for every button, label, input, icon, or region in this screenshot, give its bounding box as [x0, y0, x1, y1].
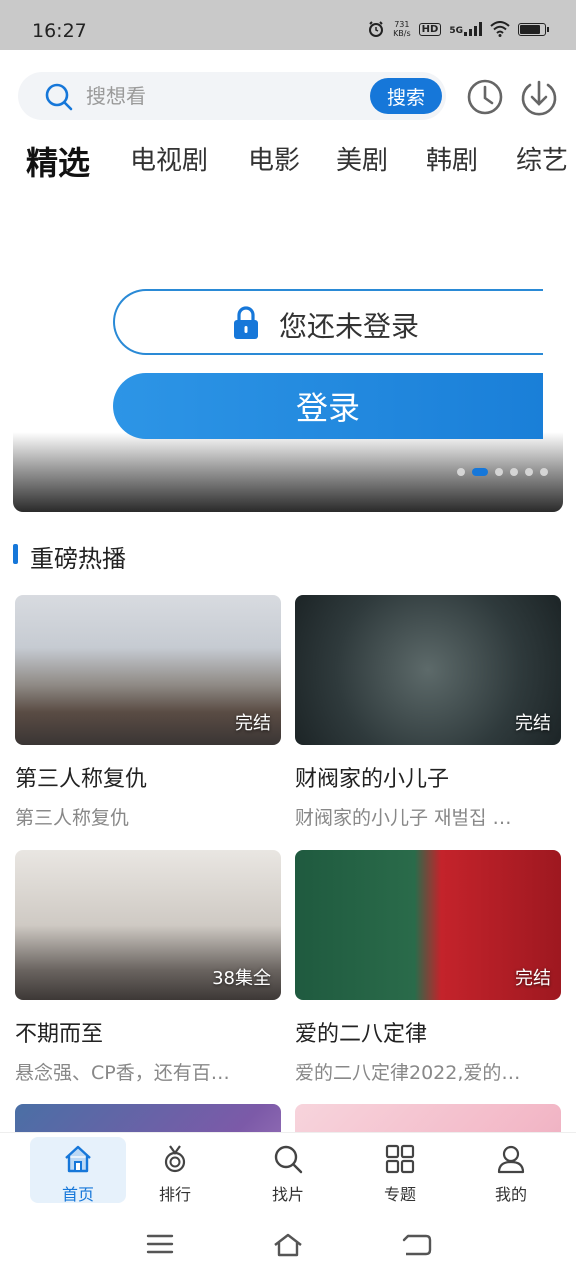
nav-label: 排行: [158, 1185, 191, 1204]
carousel-dot: [495, 468, 503, 476]
search-icon: [45, 83, 73, 111]
video-thumbnail[interactable]: 38集全: [15, 850, 281, 1000]
carousel-dot: [510, 468, 518, 476]
status-time: 16:27: [32, 20, 87, 42]
nav-label: 找片: [271, 1185, 304, 1204]
search-box[interactable]: 搜索: [18, 72, 446, 120]
login-tip-text: 您还未登录: [279, 310, 420, 343]
hd-badge: HD: [418, 22, 442, 36]
search-input[interactable]: [86, 82, 366, 110]
tab-tv-series[interactable]: 电视剧: [130, 140, 208, 177]
bottom-nav: 首页 排行 找片 专题 我的: [0, 1132, 576, 1210]
menu-icon[interactable]: [146, 1232, 174, 1256]
net-speed: 731 KB/s: [393, 20, 411, 38]
episode-badge: 38集全: [212, 968, 271, 989]
video-thumbnail[interactable]: 完结: [295, 850, 561, 1000]
signal-icon: 5G: [449, 22, 482, 36]
carousel-dot: [525, 468, 533, 476]
carousel-dots: [457, 468, 548, 476]
video-card[interactable]: 38集全 不期而至 悬念强、CP香，还有百…: [15, 850, 281, 1085]
back-icon[interactable]: [402, 1232, 432, 1258]
net-speed-value: 731: [394, 20, 410, 29]
net-speed-unit: KB/s: [393, 29, 411, 38]
video-title[interactable]: 不期而至: [15, 1016, 281, 1048]
video-title[interactable]: 财阀家的小儿子: [295, 761, 561, 793]
nav-label: 专题: [383, 1185, 416, 1204]
nav-ranking[interactable]: 排行: [127, 1137, 223, 1204]
tab-us-series[interactable]: 美剧: [336, 140, 388, 177]
video-card[interactable]: 完结 第三人称复仇 第三人称复仇: [15, 595, 281, 830]
tab-korean-series[interactable]: 韩剧: [426, 140, 478, 177]
video-subtitle: 悬念强、CP香，还有百…: [15, 1062, 230, 1084]
carousel-dot-active: [472, 468, 488, 476]
nav-home[interactable]: 首页: [30, 1137, 126, 1204]
history-icon[interactable]: [466, 78, 504, 116]
battery-fill: [520, 24, 540, 34]
video-thumbnail[interactable]: 完结: [295, 595, 561, 745]
carousel-dot: [540, 468, 548, 476]
medal-icon: [164, 1145, 186, 1173]
grid-icon: [385, 1144, 415, 1174]
status-bar: 16:27 731 KB/s HD 5G: [0, 0, 576, 50]
episode-badge: 完结: [235, 713, 271, 734]
nav-label: 我的: [494, 1185, 527, 1204]
nav-profile[interactable]: 我的: [463, 1137, 559, 1204]
person-icon: [497, 1145, 525, 1174]
system-nav-bar: [0, 1210, 576, 1280]
video-title[interactable]: 爱的二八定律: [295, 1016, 561, 1048]
banner-carousel[interactable]: 您还未登录 登录: [13, 196, 563, 512]
search-icon: [274, 1145, 303, 1174]
video-thumbnail[interactable]: 完结: [15, 595, 281, 745]
home-icon: [65, 1145, 91, 1173]
tab-variety[interactable]: 综艺: [516, 140, 568, 177]
alarm-icon: [369, 21, 384, 37]
section-title: 重磅热播: [30, 545, 126, 573]
nav-discover[interactable]: 找片: [240, 1137, 336, 1204]
carousel-dot: [457, 468, 465, 476]
download-icon[interactable]: [520, 78, 558, 116]
status-icons: 731 KB/s HD 5G: [367, 20, 549, 38]
battery-icon: [518, 22, 549, 36]
search-button[interactable]: 搜索: [370, 78, 442, 114]
episode-badge: 完结: [515, 713, 551, 734]
section-accent-bar: [13, 544, 18, 564]
login-button[interactable]: 登录: [113, 373, 543, 439]
tab-movies[interactable]: 电影: [248, 140, 300, 177]
video-card[interactable]: 完结 爱的二八定律 爱的二八定律2022,爱的…: [295, 850, 561, 1085]
home-nav-icon[interactable]: [272, 1232, 304, 1258]
video-subtitle: 第三人称复仇: [15, 807, 130, 829]
video-card[interactable]: 完结 财阀家的小儿子 财阀家的小儿子 재벌집 …: [295, 595, 561, 830]
nav-label: 首页: [61, 1185, 94, 1204]
video-subtitle: 爱的二八定律2022,爱的…: [295, 1062, 521, 1084]
lock-icon: [234, 306, 258, 339]
video-subtitle: 财阀家的小儿子 재벌집 …: [295, 807, 512, 829]
nav-topics[interactable]: 专题: [352, 1137, 448, 1204]
login-tip: 您还未登录: [113, 289, 543, 355]
tab-featured[interactable]: 精选: [26, 138, 90, 184]
episode-badge: 完结: [515, 968, 551, 989]
wifi-icon: [490, 21, 510, 37]
signal-label: 5G: [449, 26, 463, 36]
video-title[interactable]: 第三人称复仇: [15, 761, 281, 793]
